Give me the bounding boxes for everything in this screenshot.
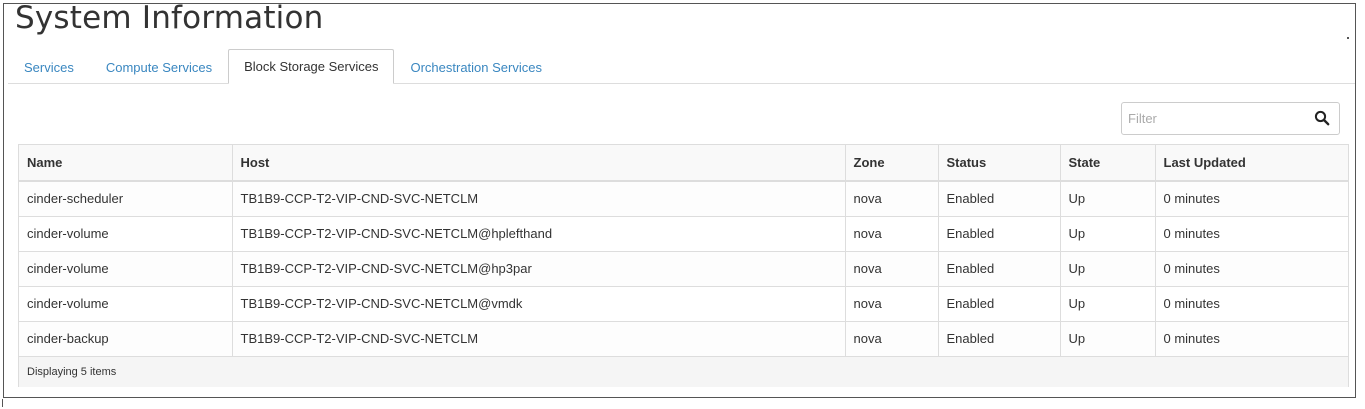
cell-zone: nova	[845, 286, 939, 322]
cell-state: Up	[1060, 286, 1156, 322]
cell-status: Enabled	[938, 286, 1061, 322]
column-header-host[interactable]: Host	[232, 145, 846, 182]
cell-host: TB1B9-CCP-T2-VIP-CND-SVC-NETCLM@hp3par	[232, 251, 846, 287]
column-header-state[interactable]: State	[1060, 145, 1156, 182]
cell-name: cinder-volume	[19, 286, 233, 322]
cell-name: cinder-scheduler	[19, 181, 233, 217]
filter-input[interactable]	[1123, 104, 1308, 133]
item-count-label: Displaying 5 items	[19, 356, 1348, 387]
cell-status: Enabled	[938, 216, 1061, 252]
cell-state: Up	[1060, 181, 1156, 217]
tab-compute-services[interactable]: Compute Services	[90, 50, 228, 84]
cell-zone: nova	[845, 251, 939, 287]
table-row: cinder-volume TB1B9-CCP-T2-VIP-CND-SVC-N…	[19, 216, 1348, 252]
cell-last-updated: 0 minutes	[1155, 286, 1348, 322]
cell-host: TB1B9-CCP-T2-VIP-CND-SVC-NETCLM	[232, 181, 846, 217]
column-header-name[interactable]: Name	[19, 145, 233, 182]
table-row: cinder-scheduler TB1B9-CCP-T2-VIP-CND-SV…	[19, 181, 1348, 217]
table-row: cinder-volume TB1B9-CCP-T2-VIP-CND-SVC-N…	[19, 286, 1348, 322]
cell-zone: nova	[845, 181, 939, 217]
cell-last-updated: 0 minutes	[1155, 216, 1348, 252]
cell-zone: nova	[845, 321, 939, 357]
cell-last-updated: 0 minutes	[1155, 181, 1348, 217]
column-header-last-updated[interactable]: Last Updated	[1155, 145, 1348, 182]
cell-zone: nova	[845, 216, 939, 252]
cell-last-updated: 0 minutes	[1155, 251, 1348, 287]
cell-host: TB1B9-CCP-T2-VIP-CND-SVC-NETCLM	[232, 321, 846, 357]
search-icon[interactable]	[1314, 110, 1330, 126]
services-table: Name Host Zone Status State Last Updated…	[18, 144, 1349, 387]
column-header-status[interactable]: Status	[938, 145, 1061, 182]
cell-state: Up	[1060, 216, 1156, 252]
service-tabs: Services Compute Services Block Storage …	[8, 49, 1355, 84]
cell-status: Enabled	[938, 321, 1061, 357]
cell-host: TB1B9-CCP-T2-VIP-CND-SVC-NETCLM@vmdk	[232, 286, 846, 322]
table-row: cinder-volume TB1B9-CCP-T2-VIP-CND-SVC-N…	[19, 251, 1348, 287]
cell-status: Enabled	[938, 181, 1061, 217]
table-footer-row: Displaying 5 items	[19, 356, 1348, 387]
cell-state: Up	[1060, 321, 1156, 357]
tab-block-storage-services[interactable]: Block Storage Services	[228, 49, 395, 84]
column-header-zone[interactable]: Zone	[845, 145, 939, 182]
cell-name: cinder-volume	[19, 251, 233, 287]
cell-name: cinder-volume	[19, 216, 233, 252]
cell-host: TB1B9-CCP-T2-VIP-CND-SVC-NETCLM@hpleftha…	[232, 216, 846, 252]
page-title: System Information	[15, 0, 324, 36]
cell-name: cinder-backup	[19, 321, 233, 357]
filter-box	[1121, 102, 1340, 135]
stray-dot	[1347, 37, 1349, 39]
cell-state: Up	[1060, 251, 1156, 287]
table-header-row: Name Host Zone Status State Last Updated	[19, 145, 1348, 182]
tab-services[interactable]: Services	[8, 50, 90, 84]
tab-orchestration-services[interactable]: Orchestration Services	[394, 50, 558, 84]
table-row: cinder-backup TB1B9-CCP-T2-VIP-CND-SVC-N…	[19, 321, 1348, 357]
cell-last-updated: 0 minutes	[1155, 321, 1348, 357]
content-frame: System Information Services Compute Serv…	[3, 0, 1356, 398]
cell-status: Enabled	[938, 251, 1061, 287]
stray-tick	[2, 399, 3, 407]
